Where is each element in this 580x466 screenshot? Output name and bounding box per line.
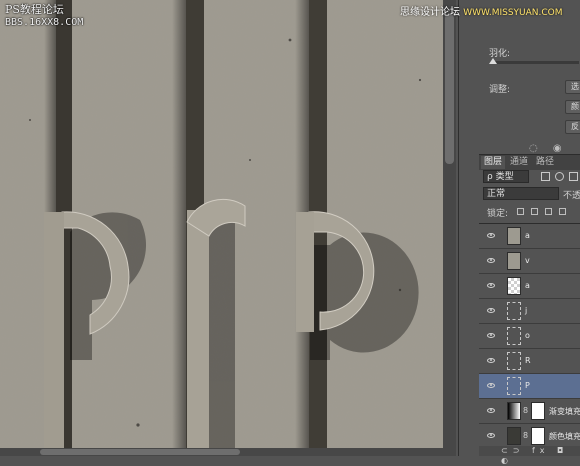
layer-thumbnail bbox=[507, 227, 521, 245]
color-fill-thumbnail bbox=[507, 427, 521, 445]
visibility-eye-icon[interactable] bbox=[487, 233, 495, 238]
tab-paths[interactable]: 路径 bbox=[533, 156, 557, 169]
watermark: PS教程论坛 BBS.16XX8.COM bbox=[5, 3, 83, 29]
layer-mask-thumbnail bbox=[531, 402, 545, 420]
adjust-label: 调整: bbox=[489, 85, 511, 95]
layer-name: P bbox=[525, 381, 530, 390]
opacity-label: 不透明 bbox=[563, 191, 580, 201]
layer-row[interactable]: 8 渐变填充 bbox=[479, 399, 580, 424]
banner-site: WWW.MISSYUAN.COM bbox=[463, 8, 563, 18]
layer-row[interactable]: o bbox=[479, 324, 580, 349]
visibility-eye-icon[interactable] bbox=[487, 383, 495, 388]
type-filter-icon[interactable] bbox=[569, 172, 578, 181]
layer-name: a bbox=[525, 281, 530, 290]
site-banner: 思缘设计论坛 WWW.MISSYUAN.COM bbox=[400, 3, 563, 18]
watermark-url: BBS.16XX8.COM bbox=[5, 17, 84, 28]
layer-name: j bbox=[525, 306, 528, 315]
layers-panel-tabs: 图层 通道 路径 bbox=[479, 154, 580, 170]
banner-text: 思缘设计论坛 bbox=[400, 7, 460, 18]
feather-slider-knob[interactable] bbox=[489, 58, 497, 64]
layer-row[interactable]: a bbox=[479, 224, 580, 249]
lock-transparent-icon[interactable] bbox=[517, 208, 524, 215]
photoshop-window: PS教程论坛 BBS.16XX8.COM 羽化: 调整: 选 颜 反 ◌ ◉ ⊙… bbox=[0, 0, 580, 465]
layer-thumbnail bbox=[507, 252, 521, 270]
layer-name: 渐变填充 bbox=[549, 407, 580, 416]
link-chain-icon: 8 bbox=[523, 406, 529, 415]
visibility-eye-icon[interactable] bbox=[487, 358, 495, 363]
filter-kind-select[interactable]: ρ 类型 bbox=[483, 170, 529, 183]
layer-name: v bbox=[525, 256, 530, 265]
layer-row[interactable]: v bbox=[479, 249, 580, 274]
link-chain-icon: 8 bbox=[523, 431, 529, 440]
right-panel: 羽化: 调整: 选 颜 反 ◌ ◉ ⊙ 图层 通道 路径 ρ 类型 正常 不透明… bbox=[458, 0, 580, 465]
shape-thumbnail-icon bbox=[507, 377, 521, 395]
layer-row[interactable]: R bbox=[479, 349, 580, 374]
watermark-title: PS教程论坛 bbox=[5, 3, 64, 16]
shape-thumbnail-icon bbox=[507, 352, 521, 370]
scrollbar-thumb[interactable] bbox=[445, 14, 454, 164]
layer-filter-row: ρ 类型 bbox=[479, 170, 580, 186]
canvas-artwork bbox=[0, 0, 443, 448]
visibility-eye-icon[interactable] bbox=[487, 408, 495, 413]
layer-mask-thumbnail bbox=[531, 427, 545, 445]
visibility-eye-icon[interactable] bbox=[487, 308, 495, 313]
canvas-vertical-scrollbar[interactable] bbox=[443, 0, 456, 448]
pixel-filter-icon[interactable] bbox=[541, 172, 550, 181]
lock-row: 锁定: bbox=[479, 205, 580, 219]
adjustment-filter-icon[interactable] bbox=[555, 172, 564, 181]
lock-position-icon[interactable] bbox=[545, 208, 552, 215]
document-canvas[interactable]: PS教程论坛 BBS.16XX8.COM bbox=[0, 0, 443, 448]
canvas-horizontal-scrollbar[interactable] bbox=[0, 448, 456, 456]
lock-label: 锁定: bbox=[487, 209, 509, 219]
blend-mode-select[interactable]: 正常 bbox=[483, 187, 559, 200]
gradient-thumbnail bbox=[507, 402, 521, 420]
visibility-eye-icon[interactable] bbox=[487, 333, 495, 338]
layers-footer-icons: ⊂⊃ fx ◘ ◐ bbox=[479, 446, 580, 465]
visibility-eye-icon[interactable] bbox=[487, 283, 495, 288]
scrollbar-thumb[interactable] bbox=[40, 449, 240, 455]
lock-all-icon[interactable] bbox=[559, 208, 566, 215]
tab-channels[interactable]: 通道 bbox=[507, 156, 531, 169]
layer-name: R bbox=[525, 356, 531, 365]
layer-name: o bbox=[525, 331, 530, 340]
lock-image-icon[interactable] bbox=[531, 208, 538, 215]
color-range-button[interactable]: 颜 bbox=[565, 100, 580, 114]
layer-row[interactable]: j bbox=[479, 299, 580, 324]
visibility-eye-icon[interactable] bbox=[487, 433, 495, 438]
layer-name: 颜色填充 bbox=[549, 432, 580, 441]
invert-button[interactable]: 反 bbox=[565, 120, 580, 134]
layer-name: a bbox=[525, 231, 530, 240]
layers-list: a v a j o R P 8 渐变填充 8 颜色填充 bbox=[479, 223, 580, 457]
tab-layers[interactable]: 图层 bbox=[481, 156, 506, 169]
layer-row[interactable]: a bbox=[479, 274, 580, 299]
blend-row: 正常 不透明 bbox=[479, 187, 580, 202]
visibility-eye-icon[interactable] bbox=[487, 258, 495, 263]
layer-thumbnail bbox=[507, 277, 521, 295]
shape-thumbnail-icon bbox=[507, 327, 521, 345]
select-mask-button[interactable]: 选 bbox=[565, 80, 580, 94]
feather-slider[interactable] bbox=[491, 61, 579, 64]
layer-row-selected[interactable]: P bbox=[479, 374, 580, 399]
shape-thumbnail-icon bbox=[507, 302, 521, 320]
